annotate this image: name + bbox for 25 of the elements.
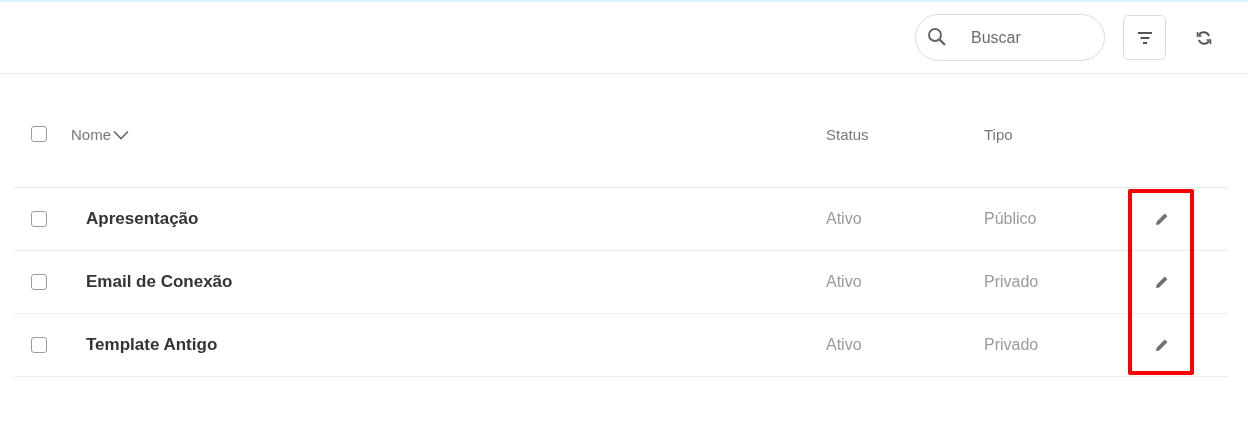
status-cell-text: Ativo bbox=[826, 273, 863, 291]
search-field[interactable]: Buscar bbox=[915, 14, 1105, 61]
type-cell-text: Público bbox=[984, 210, 1038, 228]
chevron-down-icon[interactable] bbox=[113, 129, 129, 140]
column-header[interactable]: Status bbox=[826, 126, 869, 143]
edit-icon[interactable] bbox=[1155, 275, 1169, 289]
type-cell-text: Privado bbox=[984, 273, 1040, 291]
filter-button[interactable] bbox=[1123, 15, 1166, 60]
checkbox[interactable] bbox=[31, 337, 47, 353]
filter-icon bbox=[1136, 31, 1153, 44]
status-cell-text: Ativo bbox=[826, 336, 863, 354]
template-name: Apresentação bbox=[85, 209, 200, 229]
type-cell-text: Privado bbox=[984, 336, 1040, 354]
search-icon bbox=[927, 27, 947, 47]
column-header[interactable]: Tipo bbox=[984, 126, 1013, 143]
column-header[interactable]: Nome bbox=[71, 126, 111, 143]
checkbox[interactable] bbox=[31, 211, 47, 227]
edit-icon[interactable] bbox=[1155, 338, 1169, 352]
template-name: Template Antigo bbox=[85, 335, 219, 355]
template-name: Email de Conexão bbox=[85, 272, 234, 292]
checkbox[interactable] bbox=[31, 274, 47, 290]
status-cell-text: Ativo bbox=[826, 210, 863, 228]
checkbox[interactable] bbox=[31, 126, 47, 142]
edit-icon[interactable] bbox=[1155, 212, 1169, 226]
refresh-icon bbox=[1196, 29, 1212, 46]
